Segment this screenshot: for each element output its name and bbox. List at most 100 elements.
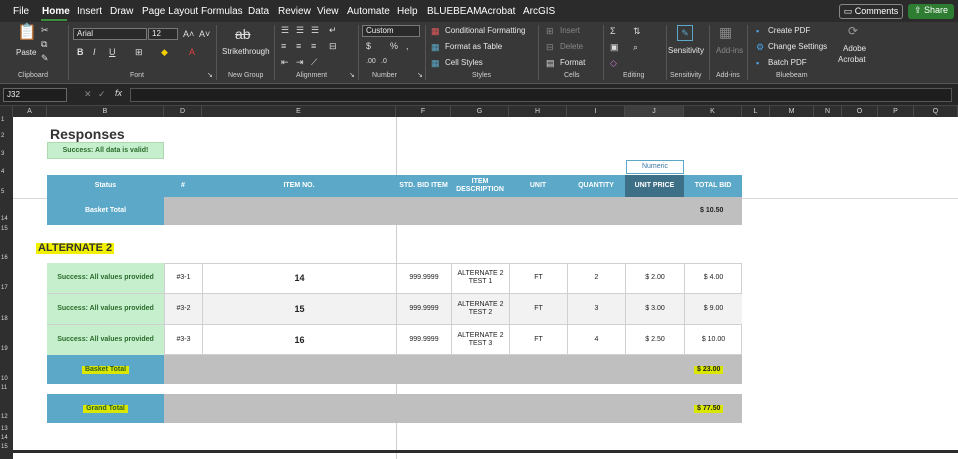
row-header[interactable]: 16 bbox=[0, 255, 13, 261]
basket-total-value[interactable]: $ 10.50 bbox=[684, 197, 742, 225]
menu-data[interactable]: Data bbox=[248, 6, 269, 17]
decrease-font-icon[interactable]: A˅ bbox=[199, 29, 210, 39]
sensitivity-button[interactable]: Sensitivity bbox=[668, 46, 704, 55]
adobe-label[interactable]: Adobe bbox=[843, 44, 866, 53]
font-name-select[interactable]: Arial bbox=[73, 28, 147, 40]
align-center-icon[interactable]: ≡ bbox=[296, 41, 301, 51]
column-header[interactable]: L bbox=[742, 106, 770, 117]
currency-icon[interactable]: $ bbox=[366, 41, 371, 51]
align-right-icon[interactable]: ≡ bbox=[311, 41, 316, 51]
italic-icon[interactable]: I bbox=[93, 47, 96, 57]
row-header[interactable]: 13 bbox=[0, 426, 13, 432]
merge-center-icon[interactable]: ⊟ bbox=[329, 41, 337, 51]
column-header[interactable]: A bbox=[13, 106, 47, 117]
row-header[interactable]: 15 bbox=[0, 226, 13, 232]
worksheet-grid[interactable]: Responses Success: All data is valid! Nu… bbox=[13, 117, 958, 459]
paste-icon[interactable]: 📋 bbox=[17, 25, 37, 41]
row-unit[interactable]: FT bbox=[509, 294, 567, 324]
clear-icon[interactable]: ◇ bbox=[610, 58, 617, 68]
table-row[interactable]: Success: All values provided #3-3 16 999… bbox=[47, 325, 742, 355]
borders-icon[interactable]: ⊞ bbox=[135, 47, 143, 57]
row-std-bid-item[interactable]: 999.9999 bbox=[396, 294, 451, 324]
format-as-table-icon[interactable]: ▦ bbox=[431, 42, 440, 52]
row-unit[interactable]: FT bbox=[509, 325, 567, 355]
row-total-bid[interactable]: $ 9.00 bbox=[684, 294, 742, 324]
row-status[interactable]: Success: All values provided bbox=[47, 325, 164, 355]
middle-align-icon[interactable]: ☰ bbox=[296, 25, 304, 35]
horizontal-scrollbar[interactable] bbox=[13, 450, 958, 453]
comments-button[interactable]: ▭ Comments bbox=[839, 4, 903, 19]
column-header[interactable]: O bbox=[842, 106, 878, 117]
row-header[interactable]: 19 bbox=[0, 346, 13, 352]
row-header[interactable]: 14 bbox=[0, 435, 13, 441]
menu-automate[interactable]: Automate bbox=[347, 6, 390, 17]
underline-icon[interactable]: U bbox=[109, 47, 116, 57]
fill-icon[interactable]: ▣ bbox=[610, 42, 619, 52]
increase-decimal-icon[interactable]: .00 bbox=[366, 57, 376, 67]
basket-total-2-cell[interactable]: Basket Total bbox=[47, 355, 164, 384]
row-unit[interactable]: FT bbox=[509, 263, 567, 293]
menu-draw[interactable]: Draw bbox=[110, 6, 133, 17]
alignment-dialog-icon[interactable]: ↘ bbox=[349, 71, 355, 81]
grand-total-cell-value[interactable]: $ 77.50 bbox=[684, 394, 742, 423]
row-quantity[interactable]: 2 bbox=[567, 263, 625, 293]
row-header[interactable]: 12 bbox=[0, 414, 13, 420]
autosum-icon[interactable]: Σ bbox=[610, 26, 616, 36]
fill-color-icon[interactable]: ◆ bbox=[161, 47, 168, 57]
row-header[interactable]: 15 bbox=[0, 444, 13, 450]
wrap-text-icon[interactable]: ↵ bbox=[329, 25, 337, 35]
format-cells-icon[interactable]: ▤ bbox=[546, 58, 555, 68]
menu-home[interactable]: Home bbox=[42, 6, 70, 17]
percent-icon[interactable]: % bbox=[390, 41, 398, 51]
paste-label[interactable]: Paste bbox=[16, 48, 36, 57]
cancel-icon[interactable]: ✕ bbox=[84, 89, 92, 100]
header-quantity[interactable]: QUANTITY bbox=[567, 175, 625, 197]
menu-page-layout[interactable]: Page Layout bbox=[142, 6, 198, 17]
row-description[interactable]: ALTERNATE 2 TEST 3 bbox=[451, 325, 509, 355]
row-number[interactable]: #3-2 bbox=[164, 294, 202, 324]
menu-review[interactable]: Review bbox=[278, 6, 311, 17]
row-unit-price[interactable]: $ 3.00 bbox=[625, 294, 684, 324]
orientation-icon[interactable]: ⟋ bbox=[311, 57, 317, 67]
row-header[interactable]: 1 bbox=[0, 117, 13, 123]
header-item-description[interactable]: ITEM DESCRIPTION bbox=[451, 175, 509, 197]
grand-total-cell[interactable]: Grand Total bbox=[47, 394, 164, 423]
align-left-icon[interactable]: ≡ bbox=[281, 41, 286, 51]
column-header[interactable]: N bbox=[814, 106, 842, 117]
row-number[interactable]: #3-1 bbox=[164, 263, 202, 293]
sort-filter-icon[interactable]: ⇅ bbox=[633, 26, 641, 36]
row-header[interactable]: 2 bbox=[0, 133, 13, 139]
adobe-icon[interactable]: ⟳ bbox=[848, 25, 858, 37]
row-header[interactable]: 14 bbox=[0, 216, 13, 222]
find-select-icon[interactable]: ⌕ bbox=[633, 42, 638, 52]
comma-style-icon[interactable]: , bbox=[406, 41, 409, 51]
create-pdf-button[interactable]: Create PDF bbox=[768, 26, 810, 35]
strikethrough-icon[interactable]: ab bbox=[235, 27, 251, 41]
row-item-no[interactable]: 16 bbox=[202, 325, 396, 355]
increase-font-icon[interactable]: A˄ bbox=[183, 29, 194, 39]
cut-icon[interactable]: ✂ bbox=[41, 25, 49, 35]
menu-help[interactable]: Help bbox=[397, 6, 418, 17]
column-header[interactable]: J bbox=[625, 106, 684, 117]
row-status[interactable]: Success: All values provided bbox=[47, 263, 164, 293]
column-header[interactable]: G bbox=[451, 106, 509, 117]
batch-pdf-icon[interactable]: ▪ bbox=[756, 58, 759, 68]
table-row[interactable]: Success: All values provided #3-1 14 999… bbox=[47, 263, 742, 294]
column-header[interactable]: F bbox=[396, 106, 451, 117]
format-as-table-button[interactable]: Format as Table bbox=[445, 42, 502, 51]
number-dialog-icon[interactable]: ↘ bbox=[417, 71, 423, 81]
format-cells-button[interactable]: Format bbox=[560, 58, 585, 67]
column-header[interactable]: P bbox=[878, 106, 914, 117]
font-size-select[interactable]: 12 bbox=[148, 28, 178, 40]
menu-bluebeam[interactable]: BLUEBEAM bbox=[427, 6, 481, 17]
row-header[interactable]: 4 bbox=[0, 169, 13, 175]
validation-status-cell[interactable]: Success: All data is valid! bbox=[47, 142, 164, 159]
row-std-bid-item[interactable]: 999.9999 bbox=[396, 325, 451, 355]
formula-input[interactable] bbox=[130, 88, 952, 102]
row-item-no[interactable]: 15 bbox=[202, 294, 396, 324]
row-header[interactable]: 5 bbox=[0, 189, 13, 195]
enter-icon[interactable]: ✓ bbox=[98, 89, 106, 100]
decrease-indent-icon[interactable]: ⇤ bbox=[281, 57, 289, 67]
row-item-no[interactable]: 14 bbox=[202, 263, 396, 293]
table-row[interactable]: Success: All values provided #3-2 15 999… bbox=[47, 294, 742, 325]
